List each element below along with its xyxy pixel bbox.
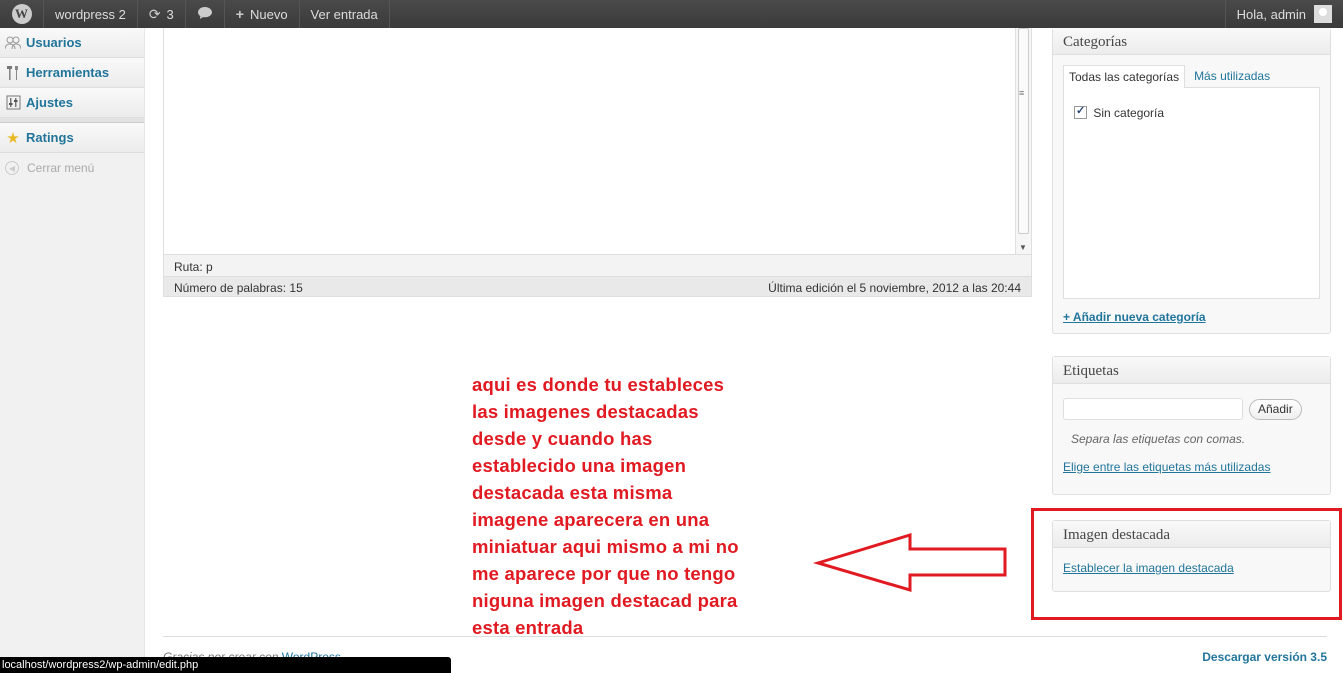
wordpress-logo-icon[interactable]: W [0,0,44,28]
collapse-arrow-icon: ◀ [5,161,19,175]
site-name-link[interactable]: wordpress 2 [44,0,138,28]
annotation-line: imagene aparecera en una [472,509,710,530]
tools-icon [5,65,21,81]
tags-box: Etiquetas Añadir Separa las etiquetas co… [1052,356,1331,495]
updates-link[interactable]: ⟳ 3 [138,0,186,28]
annotation-line: me aparece por que no tengo [472,563,736,584]
users-icon [5,35,21,51]
sidebar-item-usuarios[interactable]: Usuarios [0,28,144,58]
path-label: Ruta: [174,260,203,274]
categories-box: Categorías Todas las categorías Más util… [1052,28,1331,334]
annotation-line: destacada esta misma [472,482,673,503]
comment-icon [197,6,213,23]
add-category-link[interactable]: + Añadir nueva categoría [1063,310,1320,324]
sidebar-item-ajustes[interactable]: Ajustes [0,88,144,118]
annotation-text: aqui es donde tu estableces las imagenes… [472,371,802,641]
editor-status-bar: Número de palabras: 15 Última edición el… [164,276,1031,296]
star-icon: ★ [6,129,20,147]
tag-input[interactable] [1063,398,1243,420]
view-post-link[interactable]: Ver entrada [300,0,390,28]
word-count: Número de palabras: 15 [174,281,303,295]
greeting: Hola, admin [1236,6,1306,22]
sidebar-item-label: Usuarios [26,35,82,50]
grip-icon: ≡ [1019,88,1025,98]
add-tag-button[interactable]: Añadir [1249,398,1302,420]
last-edit: Última edición el 5 noviembre, 2012 a la… [768,281,1021,295]
annotation-arrow-icon [812,532,1007,593]
refresh-icon: ⟳ [148,5,161,22]
comments-link[interactable] [186,0,225,28]
collapse-menu-button[interactable]: ◀ Cerrar menú [0,153,144,183]
path-value[interactable]: p [206,260,213,274]
category-label: Sin categoría [1093,106,1165,120]
post-editor[interactable]: ≡ ▼ Ruta: p Número de palabras: 15 Últim… [163,28,1032,297]
annotation-line: desde y cuando has [472,428,653,449]
editor-path: Ruta: p [164,254,1031,276]
annotation-line: las imagenes destacadas [472,401,699,422]
new-label: Nuevo [249,6,288,22]
plus-icon: + [235,6,244,22]
tags-title[interactable]: Etiquetas [1053,357,1330,384]
sidebar-item-label: Ajustes [26,95,73,110]
category-item[interactable]: Sin categoría [1074,104,1309,120]
tag-hint: Separa las etiquetas con comas. [1071,432,1246,446]
browser-status-url: localhost/wordpress2/wp-admin/edit.php [0,657,451,673]
scrollbar-thumb[interactable] [1018,28,1029,234]
sidebar-item-label: Herramientas [26,65,110,80]
annotation-highlight-box [1031,508,1342,620]
tab-popular-categories[interactable]: Más utilizadas [1189,65,1275,88]
annotation-line: niguna imagen destacad para [472,590,738,611]
account-menu[interactable]: Hola, admin [1224,0,1343,28]
category-checkbox[interactable] [1074,104,1087,120]
annotation-line: miniatuar aqui mismo a mi no [472,536,739,557]
sidebar-item-ratings[interactable]: ★ Ratings [0,123,144,153]
annotation-line: aqui es donde tu estableces [472,374,725,395]
choose-tags-link[interactable]: Elige entre las etiquetas más utilizadas [1063,460,1320,474]
admin-sidebar: Usuarios Herramientas Ajustes ★ Ratings … [0,28,145,673]
editor-scrollbar[interactable]: ≡ ▼ [1015,28,1031,254]
categories-title[interactable]: Categorías [1053,28,1330,55]
scroll-down-icon[interactable]: ▼ [1019,243,1027,252]
annotation-line: establecido una imagen [472,455,687,476]
footer-divider [163,636,1327,637]
tab-all-categories[interactable]: Todas las categorías [1063,65,1186,88]
sidebar-item-label: Ratings [26,130,74,145]
collapse-label: Cerrar menú [27,161,95,175]
settings-icon [5,95,21,111]
new-content-menu[interactable]: + Nuevo [225,0,300,28]
admin-bar: W wordpress 2 ⟳ 3 + Nuevo Ver entrada Ho… [0,0,1343,28]
categories-list: Sin categoría [1063,87,1320,299]
sidebar-item-herramientas[interactable]: Herramientas [0,58,144,88]
download-version-link[interactable]: Descargar versión 3.5 [1202,650,1327,664]
updates-count: 3 [166,6,174,22]
avatar [1314,5,1332,23]
